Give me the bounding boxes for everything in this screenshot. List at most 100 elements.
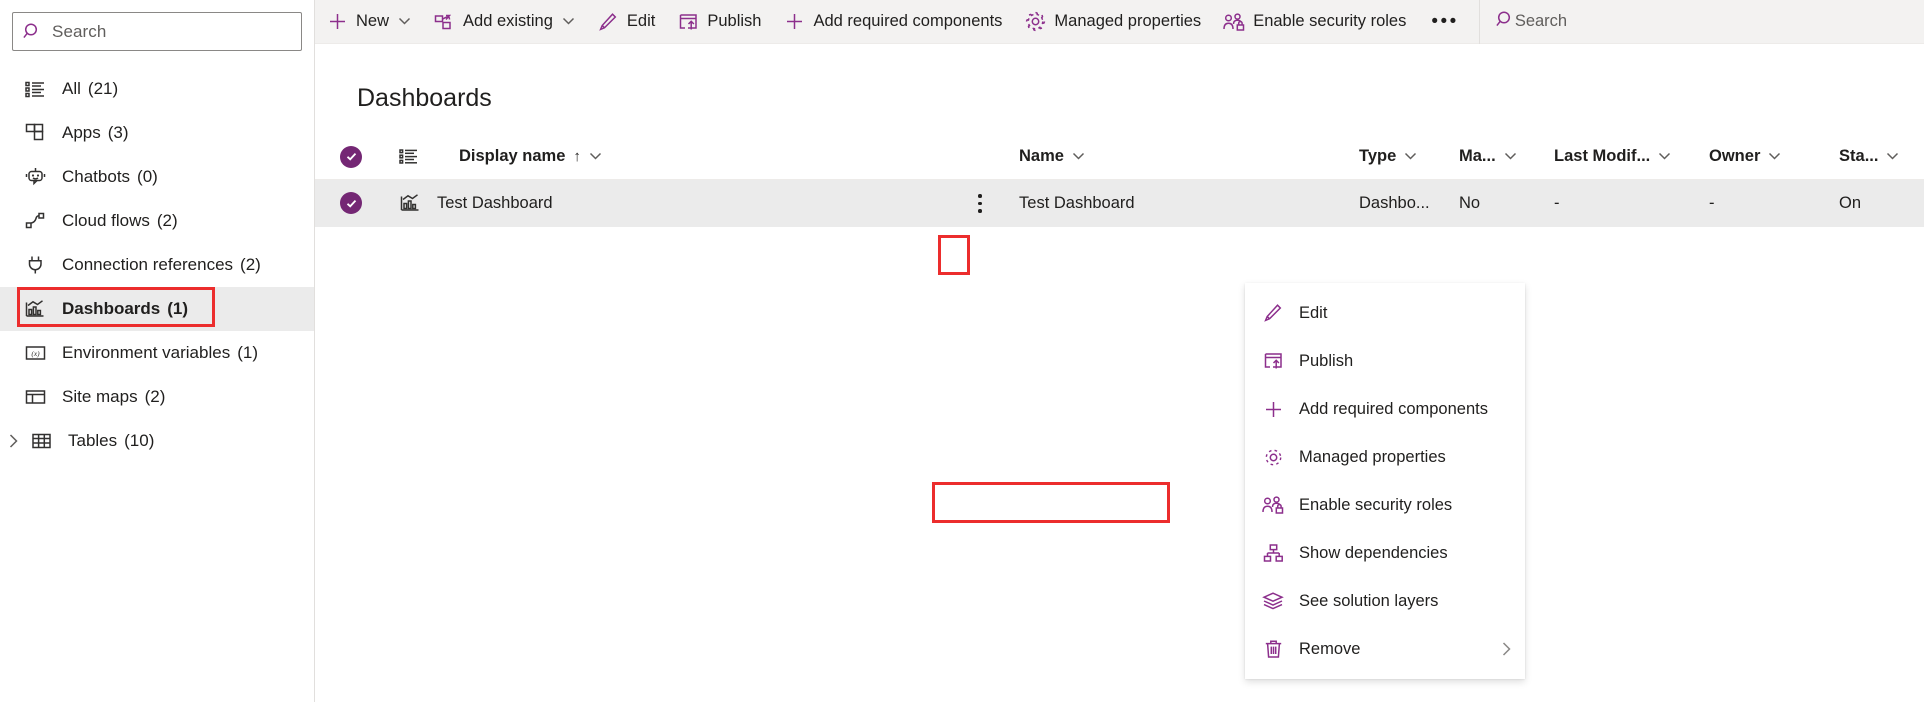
command-label: Add existing [463,12,553,30]
sidebar-item-tables[interactable]: Tables (10) [0,419,314,463]
chevron-down-icon[interactable] [562,17,575,26]
context-menu-item-label: Publish [1299,351,1354,370]
grid-search-placeholder: Search [1514,12,1568,30]
column-header-status[interactable]: Sta... [1839,135,1924,180]
command-label: Add required components [813,12,1003,30]
sidebar-item-label: All [62,79,81,98]
command-add-existing[interactable]: Add existing [422,0,586,44]
row-kebab-cell[interactable] [957,179,1020,227]
sidebar-item-connection-references[interactable]: Connection references (2) [0,243,314,287]
context-menu-item-see-solution-layers[interactable]: See solution layers [1245,577,1525,625]
row-checkbox[interactable] [340,192,362,215]
sidebar-item-count: (3) [107,123,129,142]
sidebar-item-count: (10) [124,431,155,450]
plug-icon [22,254,48,276]
chevron-down-icon[interactable] [1768,152,1781,161]
sidebar-item-label: Site maps [62,387,138,406]
security-roles-icon [1261,494,1285,516]
dashboards-grid: Display name ↑ Name Type Ma... Last Modi… [315,135,1924,227]
column-header-managed[interactable]: Ma... [1459,135,1555,180]
publish-icon [677,12,699,32]
context-menu-item-enable-security-roles[interactable]: Enable security roles [1245,481,1525,529]
column-header-name[interactable]: Name [1019,135,1360,180]
cloud-flow-icon [22,210,48,232]
sidebar-item-label: Cloud flows [62,211,150,230]
context-menu-item-label: Add required components [1299,399,1488,418]
chevron-right-icon[interactable] [2,433,24,449]
layers-icon [1261,590,1285,612]
select-all-checkbox[interactable] [340,145,362,168]
chevron-down-icon[interactable] [1886,152,1899,161]
sidebar-item-apps[interactable]: Apps (3) [0,111,314,155]
gear-icon [1024,11,1046,32]
context-menu-item-show-dependencies[interactable]: Show dependencies [1245,529,1525,577]
sidebar-search-input[interactable]: Search [12,12,302,51]
chevron-down-icon[interactable] [1658,152,1671,161]
command-new[interactable]: New [315,0,422,44]
context-menu-item-add-required-components[interactable]: Add required components [1245,385,1525,433]
main-pane: New Add existing Edit Publish Add requir… [315,0,1924,702]
context-menu-item-managed-properties[interactable]: Managed properties [1245,433,1525,481]
grid-search-input[interactable]: Search [1482,0,1581,44]
cell-last-modified: - [1554,179,1710,227]
row-select-cell[interactable] [315,179,377,227]
chevron-down-icon[interactable] [1072,152,1085,161]
add-existing-icon [433,12,455,32]
variable-icon: (x) [22,342,48,364]
column-header-display-name[interactable]: Display name ↑ [437,135,1020,180]
list-icon [399,148,437,166]
cell-name: Test Dashboard [1019,179,1360,227]
plus-icon [1261,398,1285,420]
row-type-header [377,135,437,180]
sidebar-item-label: Environment variables [62,343,231,362]
chatbot-icon [22,166,48,188]
chevron-right-icon[interactable] [1500,641,1513,657]
sidebar-item-count: (1) [237,343,258,362]
kebab-dot [978,194,982,198]
context-menu-item-remove[interactable]: Remove [1245,625,1525,673]
command-label: New [356,12,390,30]
chevron-down-icon[interactable] [398,17,411,26]
command-edit[interactable]: Edit [586,0,666,44]
command-bar: New Add existing Edit Publish Add requir… [315,0,1924,44]
select-all-header[interactable] [315,135,377,180]
command-enable-security-roles[interactable]: Enable security roles [1212,0,1417,44]
chevron-down-icon[interactable] [1404,152,1417,161]
sidebar-item-dashboards[interactable]: Dashboards (1) [0,287,314,331]
context-menu-item-label: Remove [1299,639,1361,658]
app-root: Search All (21) Apps (3) Chatbots (0) Cl… [0,0,1924,702]
enable-security-roles-highlight [932,482,1170,523]
command-overflow-button[interactable]: ••• [1417,0,1472,44]
sidebar-item-environment-variables[interactable]: (x) Environment variables (1) [0,331,314,375]
pencil-icon [1261,302,1285,324]
sidebar-item-count: (1) [167,299,189,318]
table-row[interactable]: Test Dashboard Test Dashboard Dashbo... … [315,179,1924,227]
command-publish[interactable]: Publish [666,0,772,44]
content-area: Dashboards Display name ↑ Name Type Ma..… [315,44,1924,227]
chevron-down-icon[interactable] [589,152,602,161]
column-header-last-modified[interactable]: Last Modif... [1554,135,1710,180]
sidebar-item-label: Dashboards [62,299,161,318]
plus-icon [783,12,805,32]
sidebar-item-site-maps[interactable]: Site maps (2) [0,375,314,419]
column-header-label: Last Modif... [1554,147,1651,166]
context-menu-item-label: Managed properties [1299,447,1446,466]
command-managed-properties[interactable]: Managed properties [1013,0,1212,44]
context-menu-item-label: Enable security roles [1299,495,1453,514]
grid-header-row: Display name ↑ Name Type Ma... Last Modi… [315,135,1924,180]
command-add-required-components[interactable]: Add required components [772,0,1013,44]
cell-display-name[interactable]: Test Dashboard [437,179,957,227]
column-header-type[interactable]: Type [1359,135,1460,180]
sidebar-item-all[interactable]: All (21) [0,67,314,111]
sidebar-item-chatbots[interactable]: Chatbots (0) [0,155,314,199]
context-menu-item-publish[interactable]: Publish [1245,337,1525,385]
row-more-options-button[interactable] [965,184,995,222]
sidebar-item-cloud-flows[interactable]: Cloud flows (2) [0,199,314,243]
ellipsis-icon: ••• [1431,10,1459,32]
context-menu-item-label: See solution layers [1299,591,1439,610]
dashboard-icon [22,298,48,320]
context-menu-item-edit[interactable]: Edit [1245,289,1525,337]
table-icon [28,430,54,452]
column-header-owner[interactable]: Owner [1709,135,1840,180]
chevron-down-icon[interactable] [1504,152,1517,161]
